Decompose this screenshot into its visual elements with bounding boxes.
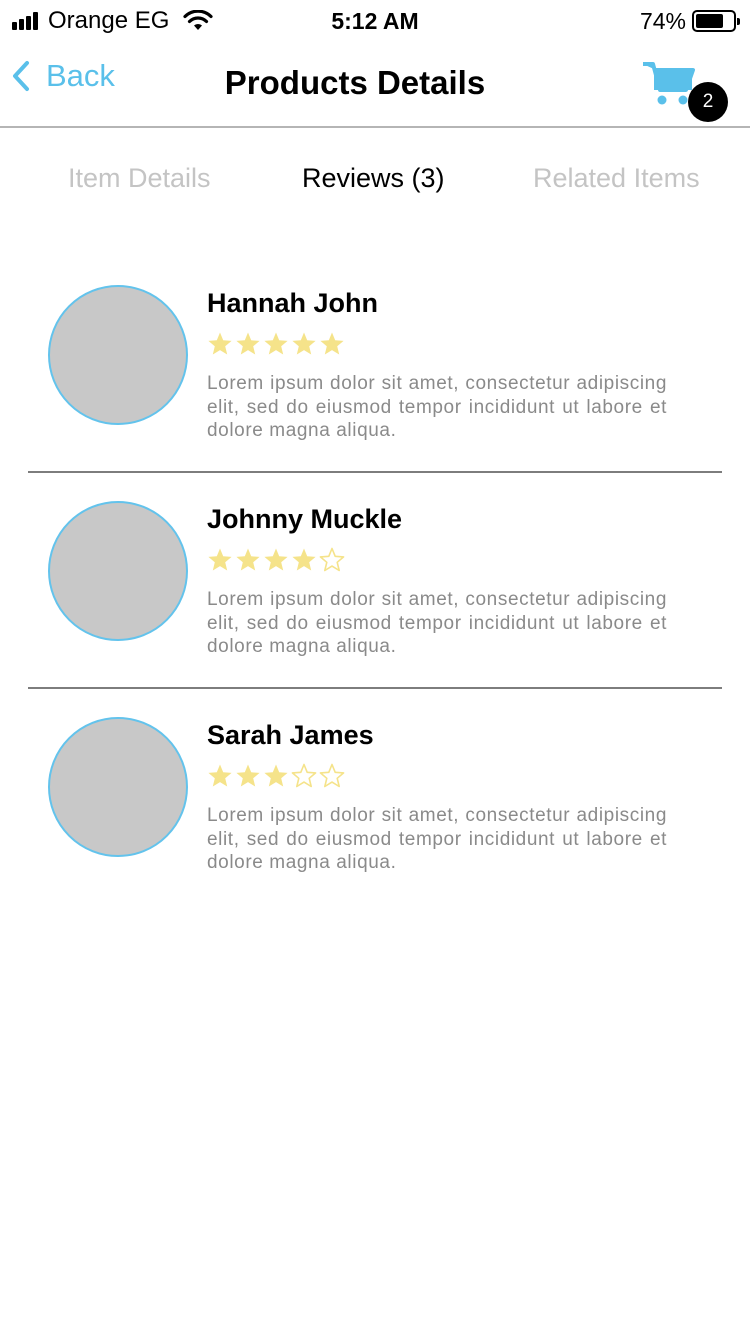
- star-empty-icon: [319, 763, 345, 788]
- status-right: 74%: [639, 7, 740, 35]
- review-text: Lorem ipsum dolor sit amet, consectetur …: [207, 589, 667, 657]
- battery-fill: [696, 14, 723, 28]
- star-filled-icon: [236, 764, 260, 787]
- tab-item-details[interactable]: Item Details: [68, 160, 211, 196]
- review-item: Johnny Muckle Lorem ipsum dolor sit amet…: [0, 472, 750, 688]
- star-filled-icon: [236, 332, 260, 355]
- status-time: 5:12 AM: [331, 8, 419, 34]
- star-rating: [207, 547, 347, 573]
- page-title: Products Details: [224, 64, 486, 101]
- star-filled-icon: [292, 332, 316, 355]
- star-filled-icon: [208, 548, 232, 571]
- reviewer-name: Sarah James: [207, 720, 374, 750]
- review-item: Sarah James Lorem ipsum dolor sit amet, …: [0, 688, 750, 904]
- star-rating: [207, 331, 347, 357]
- avatar: [48, 501, 188, 641]
- star-filled-icon: [264, 548, 288, 571]
- star-filled-icon: [208, 332, 232, 355]
- star-filled-icon: [264, 764, 288, 787]
- review-text: Lorem ipsum dolor sit amet, consectetur …: [207, 373, 667, 441]
- star-filled-icon: [292, 548, 316, 571]
- avatar: [48, 285, 188, 425]
- reviewer-name: Hannah John: [207, 288, 379, 318]
- battery-percentage: 74%: [639, 8, 686, 34]
- status-bar: Orange EG 5:12 AM 74%: [0, 0, 750, 40]
- tab-related-items[interactable]: Related Items: [533, 160, 700, 196]
- tab-reviews[interactable]: Reviews (3): [302, 160, 445, 196]
- star-filled-icon: [264, 332, 288, 355]
- avatar: [48, 717, 188, 857]
- reviews-list: Hannah John Lorem ipsum dolor sit amet, …: [0, 256, 750, 904]
- star-filled-icon: [208, 764, 232, 787]
- battery-cap: [737, 18, 740, 25]
- star-filled-icon: [236, 548, 260, 571]
- tab-bar: Item Details Reviews (3) Related Items: [0, 130, 750, 226]
- reviewer-name: Johnny Muckle: [207, 504, 403, 534]
- battery-icon: [692, 10, 740, 32]
- star-filled-icon: [320, 332, 344, 355]
- star-empty-icon: [291, 763, 317, 788]
- star-rating: [207, 763, 347, 789]
- star-empty-icon: [319, 547, 345, 572]
- cart-count-badge: 2: [688, 82, 728, 122]
- screen: Orange EG 5:12 AM 74% Back Products Deta…: [0, 0, 750, 1334]
- review-item: Hannah John Lorem ipsum dolor sit amet, …: [0, 256, 750, 472]
- navigation-bar: Back Products Details 2: [0, 40, 750, 128]
- review-text: Lorem ipsum dolor sit amet, consectetur …: [207, 805, 667, 873]
